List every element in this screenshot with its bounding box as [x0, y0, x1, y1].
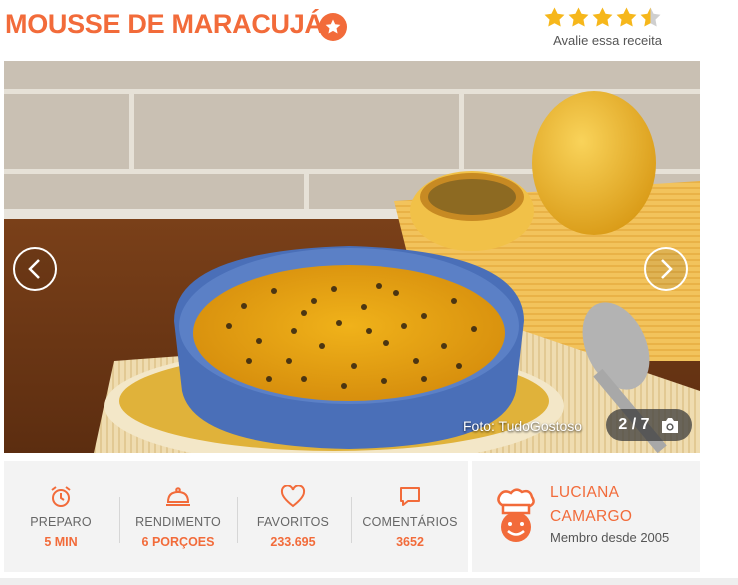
stat-value: 233.695 — [270, 535, 316, 549]
recipe-photo — [4, 61, 700, 453]
stat-label: COMENTÁRIOS — [362, 515, 458, 529]
divider — [237, 497, 238, 543]
star-icon[interactable] — [567, 6, 590, 29]
chevron-right-icon — [661, 259, 673, 279]
recipe-info-panel: PREPARO 5 MIN RENDIMENTO 6 PORÇOES FAVOR… — [4, 461, 468, 572]
rate-recipe-link[interactable]: Avalie essa receita — [543, 33, 662, 48]
alarm-clock-icon — [51, 486, 71, 507]
stat-label: FAVORITOS — [256, 515, 330, 529]
stat-prep-time: PREPARO 5 MIN — [23, 461, 99, 572]
author-card[interactable]: LUCIANA CAMARGO Membro desde 2005 — [472, 461, 700, 572]
stat-value: 3652 — [396, 535, 424, 549]
chevron-left-icon — [28, 259, 40, 279]
star-icon[interactable] — [591, 6, 614, 29]
photo-counter-button[interactable]: 2 / 7 — [606, 409, 692, 441]
stat-label: PREPARO — [30, 515, 92, 529]
cloche-icon — [166, 487, 190, 506]
heart-icon[interactable] — [280, 485, 306, 509]
author-last-name[interactable]: CAMARGO — [550, 505, 632, 529]
stat-favorites[interactable]: FAVORITOS 233.695 — [250, 461, 336, 572]
photo-counter-text: 2 / 7 — [618, 416, 650, 433]
half-star-icon[interactable] — [639, 6, 662, 29]
stat-value: 5 MIN — [44, 535, 78, 549]
stat-label: RENDIMENTO — [135, 515, 221, 529]
star-icon[interactable] — [615, 6, 638, 29]
photo-credit: Foto: TudoGostoso — [463, 418, 583, 434]
stat-comments[interactable]: COMENTÁRIOS 3652 — [360, 461, 460, 572]
author-name[interactable]: LUCIANA CAMARGO — [550, 481, 632, 529]
stat-value: 6 PORÇOES — [141, 535, 215, 549]
author-member-since: Membro desde 2005 — [550, 530, 670, 545]
author-first-name[interactable]: LUCIANA — [550, 481, 632, 505]
next-photo-button[interactable] — [644, 247, 688, 291]
previous-photo-button[interactable] — [13, 247, 57, 291]
divider — [351, 497, 352, 543]
featured-badge-icon — [319, 13, 347, 41]
recipe-header: MOUSSE DE MARACUJÁ Avalie essa receita — [0, 0, 700, 56]
speech-bubble-icon[interactable] — [398, 485, 422, 509]
recipe-rating[interactable]: Avalie essa receita — [543, 6, 662, 48]
star-icon[interactable] — [543, 6, 566, 29]
stat-servings: RENDIMENTO 6 PORÇOES — [128, 461, 228, 572]
divider — [119, 497, 120, 543]
chef-avatar-icon[interactable] — [494, 487, 538, 545]
rating-stars[interactable] — [543, 6, 662, 29]
camera-icon — [661, 417, 678, 433]
recipe-title: MOUSSE DE MARACUJÁ — [5, 9, 324, 39]
divider — [0, 578, 738, 585]
recipe-photo-gallery: Foto: TudoGostoso 2 / 7 — [4, 61, 700, 453]
